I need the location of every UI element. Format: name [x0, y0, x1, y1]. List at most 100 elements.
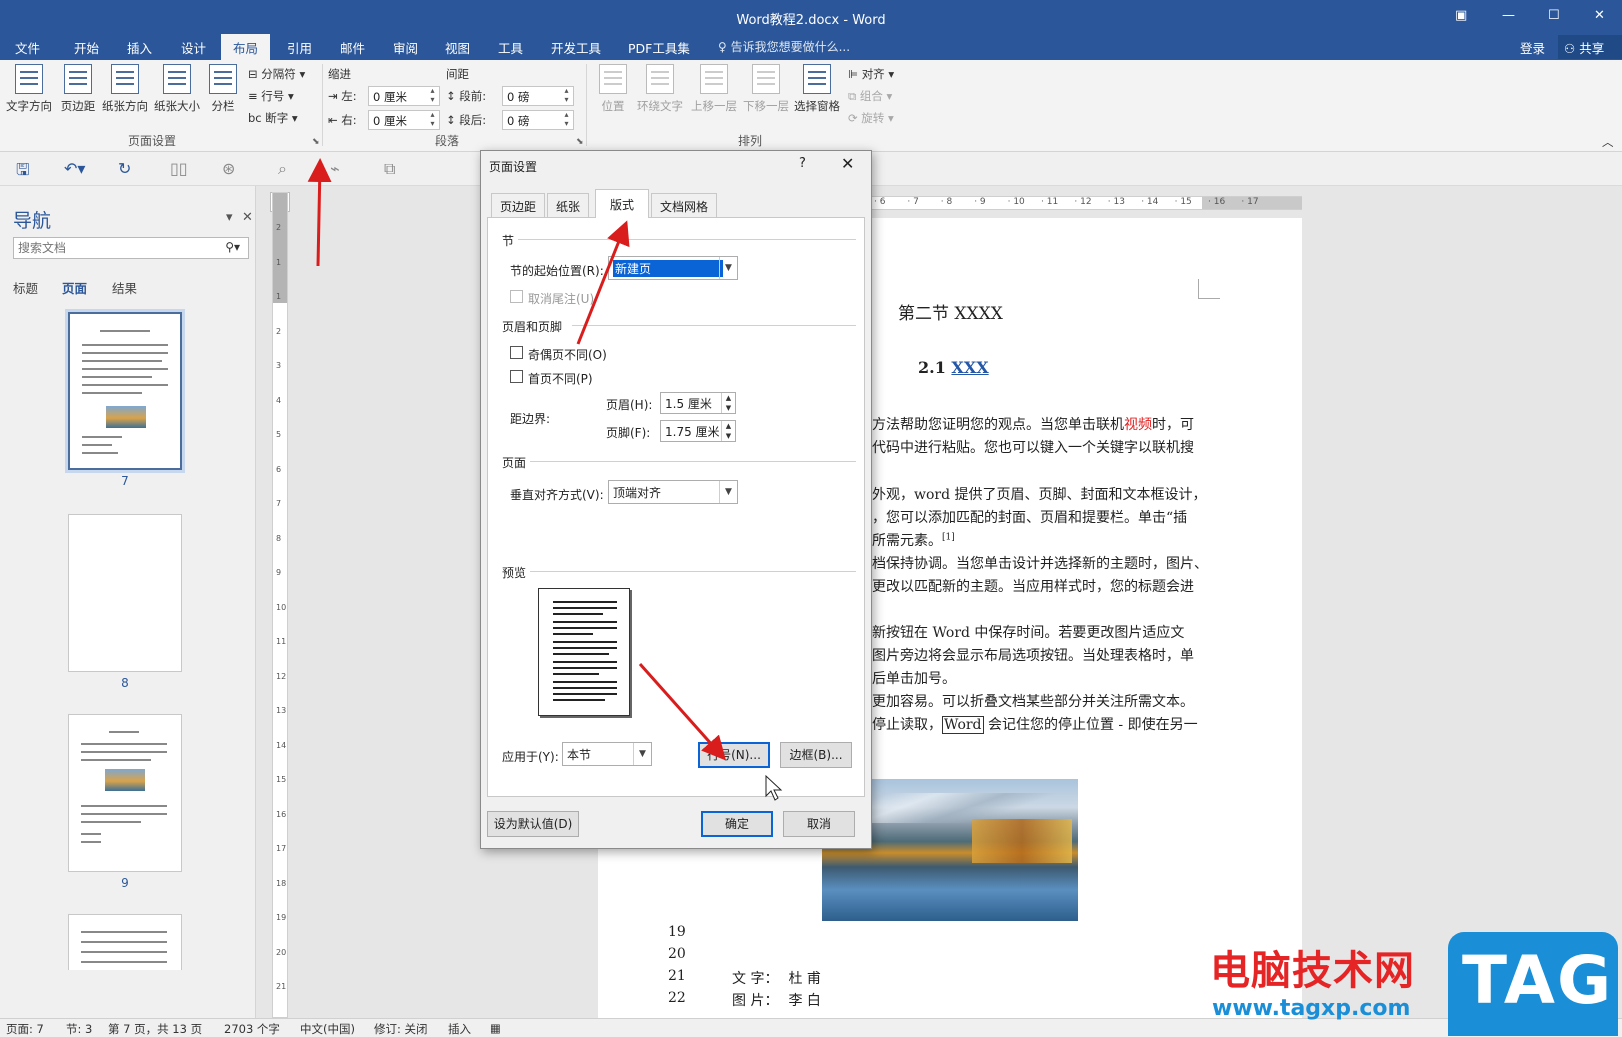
spinner-icon[interactable]: ▲ ▼	[721, 393, 735, 413]
spinner-icon[interactable]: ▲ ▼	[721, 421, 735, 441]
maximize-icon[interactable]: ☐	[1548, 8, 1560, 23]
indent-left-input[interactable]: 0 厘米	[368, 86, 440, 106]
tab-document-grid[interactable]: 文档网格	[651, 193, 718, 217]
minimize-icon[interactable]: —	[1502, 8, 1515, 23]
header-distance-input[interactable]: 1.5 厘米 ▲ ▼	[660, 392, 736, 414]
suppress-endnotes-checkbox[interactable]	[510, 290, 523, 303]
tab-layout-dialog[interactable]: 版式	[595, 189, 650, 218]
dialog-close-icon[interactable]: ✕	[841, 154, 854, 173]
footer-distance-input[interactable]: 1.75 厘米 ▲ ▼	[660, 420, 736, 442]
tab-review[interactable]: 审阅	[393, 38, 418, 57]
line-numbers-button[interactable]: ≡ 行号 ▾	[248, 88, 294, 104]
bring-forward-button[interactable]: 上移一层	[688, 64, 740, 114]
cancel-button[interactable]: 取消	[783, 811, 855, 837]
login-button[interactable]: 登录	[1520, 38, 1545, 57]
margins-button[interactable]: 页边距	[58, 64, 98, 114]
ruler-tick: 17	[276, 844, 287, 853]
page-setup-launcher-icon[interactable]: ⬊	[312, 137, 320, 147]
horizontal-ruler[interactable]: · 6 · 7 · 8 · 9 · 10 · 11 · 12 · 13 · 14 · 15 · 16…	[864, 196, 1302, 210]
search-icon[interactable]: ⚲▾	[225, 240, 240, 254]
indent-right-input[interactable]: 0 厘米	[368, 110, 440, 130]
subsection-link[interactable]: XXX	[951, 358, 988, 377]
borders-button[interactable]: 边框(B)...	[780, 742, 852, 768]
hyphenation-button[interactable]: bc 断字 ▾	[248, 110, 298, 126]
columns-button[interactable]: 分栏	[206, 64, 240, 114]
nav-tab-results[interactable]: 结果	[112, 278, 137, 297]
customize-icon[interactable]: ⧉	[384, 159, 395, 179]
status-word-count[interactable]: 2703 个字	[224, 1021, 280, 1037]
status-insert-mode[interactable]: 插入	[448, 1021, 471, 1037]
tab-developer[interactable]: 开发工具	[551, 38, 601, 57]
status-language[interactable]: 中文(中国)	[300, 1021, 355, 1037]
undo-icon[interactable]: ↶▾	[64, 159, 85, 178]
print-preview-icon[interactable]: ⌕	[278, 159, 287, 179]
collapse-ribbon-icon[interactable]: ︿	[1602, 134, 1614, 150]
different-first-page-checkbox[interactable]	[510, 370, 523, 383]
align-button[interactable]: ⊫ 对齐 ▾	[848, 66, 894, 82]
tell-me-box[interactable]: ♀ 告诉我您想要做什么...	[718, 38, 850, 55]
nav-options-icon[interactable]: ▾	[226, 210, 233, 225]
close-icon[interactable]: ✕	[1594, 8, 1605, 23]
selection-pane-button[interactable]: 选择窗格	[792, 64, 842, 114]
position-button[interactable]: 位置	[596, 64, 630, 114]
spacing-before-label: ↕ 段前:	[446, 89, 487, 103]
tab-paper[interactable]: 纸张	[547, 193, 590, 217]
wrap-text-button[interactable]: 环绕文字	[634, 64, 686, 114]
macro-icon[interactable]: ▦	[490, 1021, 501, 1035]
status-page-of[interactable]: 第 7 页，共 13 页	[108, 1021, 202, 1037]
redo-icon[interactable]: ↻	[118, 159, 131, 178]
apply-to-select[interactable]: 本节 ▼	[562, 742, 652, 766]
read-mode-icon[interactable]: ▯▯	[170, 159, 188, 178]
nav-search-input[interactable]	[14, 238, 204, 258]
tab-mailings[interactable]: 邮件	[340, 38, 365, 57]
tab-margins[interactable]: 页边距	[491, 193, 546, 217]
tab-tools[interactable]: 工具	[498, 38, 523, 57]
size-button[interactable]: 纸张大小	[152, 64, 202, 114]
line-numbers-dialog-button[interactable]: 行号(N)...	[698, 742, 770, 768]
vertical-alignment-select[interactable]: 顶端对齐 ▼	[608, 480, 738, 504]
send-backward-button[interactable]: 下移一层	[740, 64, 792, 114]
tab-references[interactable]: 引用	[287, 38, 312, 57]
spacing-before-input[interactable]: 0 磅	[502, 86, 574, 106]
vertical-ruler[interactable]: 2 1 1 2 3 4 5 6 7 8 9 10 11 12 13 14 15 16 17 18 19 20 21	[272, 192, 288, 1018]
page-thumbnail[interactable]	[68, 514, 182, 672]
tab-design[interactable]: 设计	[181, 38, 206, 57]
rotate-button[interactable]: ⟳ 旋转 ▾	[848, 110, 894, 126]
set-as-default-button[interactable]: 设为默认值(D)	[487, 811, 579, 837]
different-odd-even-checkbox[interactable]	[510, 346, 523, 359]
nav-tab-headings[interactable]: 标题	[13, 278, 38, 297]
status-section[interactable]: 节: 3	[66, 1021, 92, 1037]
ruler-tick: · 14	[1141, 197, 1159, 207]
ribbon-display-icon[interactable]: ▣	[1455, 8, 1467, 23]
from-edge-label: 距边界:	[510, 412, 551, 426]
share-button[interactable]: ⚇ 共享	[1558, 35, 1622, 59]
language-icon[interactable]: ⊛	[222, 159, 235, 178]
footnote-ref[interactable]: [1]	[942, 532, 955, 542]
tab-home[interactable]: 开始	[74, 38, 99, 57]
tab-insert[interactable]: 插入	[127, 38, 152, 57]
group-button[interactable]: ⧉ 组合 ▾	[848, 88, 892, 104]
help-icon[interactable]: ?	[799, 156, 806, 171]
nav-tab-pages[interactable]: 页面	[62, 278, 87, 297]
tab-pdf-tools[interactable]: PDF工具集	[628, 38, 690, 57]
status-page[interactable]: 页面: 7	[6, 1021, 44, 1037]
page-thumbnail[interactable]	[68, 914, 182, 970]
breaks-button[interactable]: ⊟ 分隔符 ▾	[248, 66, 305, 82]
ok-button[interactable]: 确定	[701, 811, 773, 837]
preview-line	[553, 687, 617, 689]
tab-file[interactable]: 文件	[15, 38, 40, 57]
ruler-tick: 1	[276, 292, 282, 301]
nav-close-icon[interactable]: ✕	[242, 210, 253, 225]
spacing-after-input[interactable]: 0 磅	[502, 110, 574, 130]
status-track-changes[interactable]: 修订: 关闭	[374, 1021, 428, 1037]
save-icon[interactable]: 🖫	[16, 159, 30, 186]
attach-icon[interactable]: ⌁	[330, 159, 340, 178]
page-thumbnail[interactable]	[65, 309, 185, 473]
page-thumbnail[interactable]	[68, 714, 182, 872]
paragraph-launcher-icon[interactable]: ⬊	[576, 137, 584, 147]
text-direction-button[interactable]: 文字方向	[4, 64, 54, 114]
tab-view[interactable]: 视图	[445, 38, 470, 57]
section-start-select[interactable]: 新建页 ▼	[608, 256, 738, 280]
orientation-button[interactable]: 纸张方向	[100, 64, 150, 114]
tab-layout[interactable]: 布局	[221, 34, 271, 60]
